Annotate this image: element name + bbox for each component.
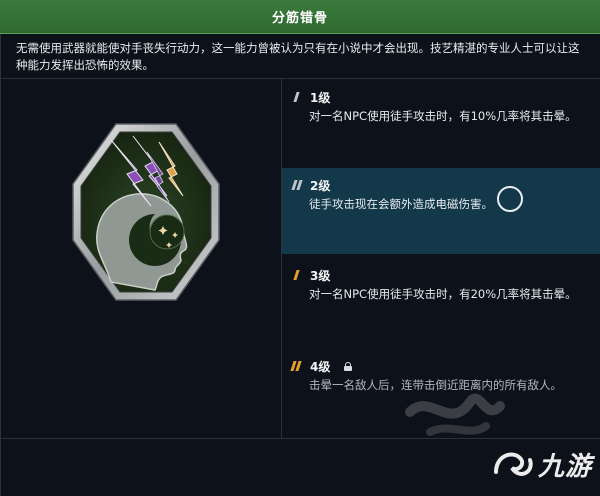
tier-description: 徒手攻击现在会额外造成电磁伤害。 (309, 197, 493, 211)
tier-1[interactable]: 1级 对一名NPC使用徒手攻击时，有10%几率将其击晕。 (282, 86, 600, 132)
tier-3[interactable]: 3级 对一名NPC使用徒手攻击时，有20%几率将其击晕。 (282, 266, 600, 312)
tier-indicator-icon (291, 179, 304, 191)
lock-icon (344, 361, 353, 371)
tier-label: 3级 (310, 268, 331, 283)
tier-description: 对一名NPC使用徒手攻击时，有10%几率将其击晕。 (309, 109, 577, 123)
perk-title: 分筋错骨 (0, 0, 600, 34)
tier-label: 1级 (310, 90, 331, 105)
tier-label: 2级 (310, 178, 331, 193)
divider (0, 438, 600, 439)
perk-description: 无需使用武器就能使对手丧失行动力，这一能力曾被认为只有在小说中才会出现。技艺精湛… (16, 41, 580, 72)
tier-2[interactable]: 2级 徒手攻击现在会额外造成电磁伤害。 (282, 168, 600, 254)
tier-indicator-icon (290, 360, 304, 372)
tier-4[interactable]: 4级 击晕一名敌人后，连带击倒近距离内的所有敌人。 (282, 357, 600, 403)
tier-label: 4级 (310, 359, 331, 374)
tier-indicator-icon (292, 91, 304, 103)
cursor-ring-icon (497, 186, 523, 212)
tier-indicator-icon (292, 269, 304, 281)
tier-description: 对一名NPC使用徒手攻击时，有20%几率将其击晕。 (309, 287, 577, 301)
tier-description: 击晕一名敌人后，连带击倒近距离内的所有敌人。 (309, 378, 562, 392)
psychic-head-lightning-icon (72, 123, 220, 301)
